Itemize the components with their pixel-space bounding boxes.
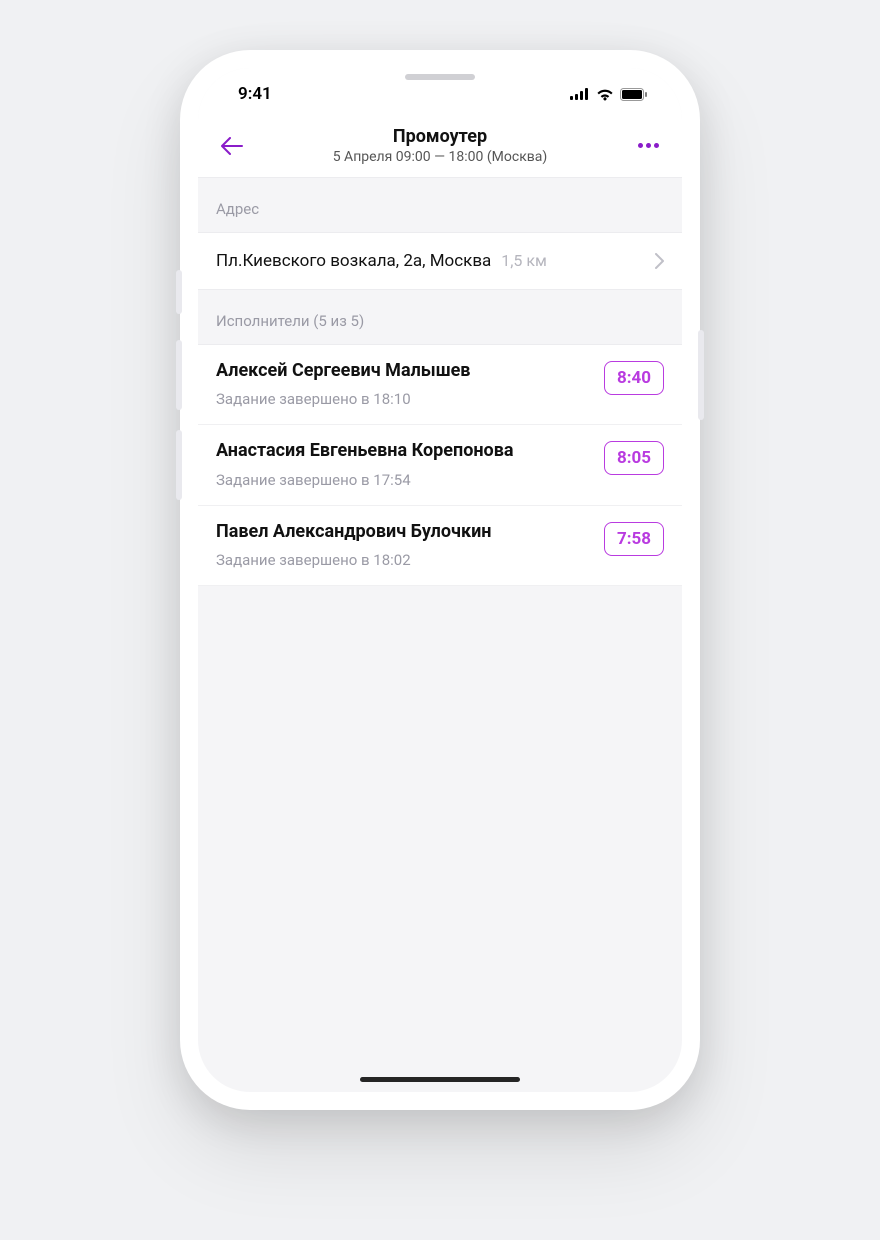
time-badge: 8:40: [604, 361, 664, 395]
performers-list: Алексей Сергеевич Малышев Задание заверш…: [198, 344, 682, 586]
time-badge: 7:58: [604, 522, 664, 556]
address-text: Пл.Киевского возкала, 2а, Москва: [216, 251, 491, 271]
phone-frame: 9:41 Промоутер 5 Апреля 09:00 — 18:00 (М…: [180, 50, 700, 1110]
notch: [330, 68, 550, 102]
more-button[interactable]: [630, 128, 666, 164]
nav-bar: Промоутер 5 Апреля 09:00 — 18:00 (Москва…: [198, 120, 682, 178]
battery-icon: [620, 88, 648, 101]
status-time: 9:41: [238, 84, 272, 104]
volume-up-button: [176, 340, 182, 410]
performer-status: Задание завершено в 18:02: [216, 551, 592, 569]
performers-section-label: Исполнители (5 из 5): [198, 290, 682, 344]
performer-name: Павел Александрович Булочкин: [216, 520, 592, 543]
power-button: [698, 330, 704, 420]
dots-icon: [638, 143, 643, 148]
screen: 9:41 Промоутер 5 Апреля 09:00 — 18:00 (М…: [198, 68, 682, 1092]
address-row[interactable]: Пл.Киевского возкала, 2а, Москва 1,5 км: [198, 232, 682, 290]
chevron-right-icon: [655, 253, 664, 269]
performer-status: Задание завершено в 17:54: [216, 471, 592, 489]
wifi-icon: [596, 88, 614, 101]
home-indicator[interactable]: [360, 1077, 520, 1082]
address-distance: 1,5 км: [501, 251, 547, 270]
list-item[interactable]: Алексей Сергеевич Малышев Задание заверш…: [198, 345, 682, 425]
performer-name: Алексей Сергеевич Малышев: [216, 359, 592, 382]
page-title: Промоутер: [250, 126, 630, 147]
list-item[interactable]: Павел Александрович Булочкин Задание зав…: [198, 506, 682, 586]
cellular-signal-icon: [570, 88, 590, 100]
mute-switch: [176, 270, 182, 314]
address-text-wrap: Пл.Киевского возкала, 2а, Москва 1,5 км: [216, 251, 547, 271]
address-section-label: Адрес: [198, 178, 682, 232]
performer-name: Анастасия Евгеньевна Корепонова: [216, 439, 592, 462]
list-item[interactable]: Анастасия Евгеньевна Корепонова Задание …: [198, 425, 682, 505]
volume-down-button: [176, 430, 182, 500]
nav-title-block: Промоутер 5 Апреля 09:00 — 18:00 (Москва…: [250, 126, 630, 165]
back-button[interactable]: [214, 128, 250, 164]
time-badge: 8:05: [604, 441, 664, 475]
status-indicators: [570, 88, 648, 101]
page-subtitle: 5 Апреля 09:00 — 18:00 (Москва): [250, 149, 630, 165]
arrow-left-icon: [221, 137, 243, 155]
performer-status: Задание завершено в 18:10: [216, 390, 592, 408]
